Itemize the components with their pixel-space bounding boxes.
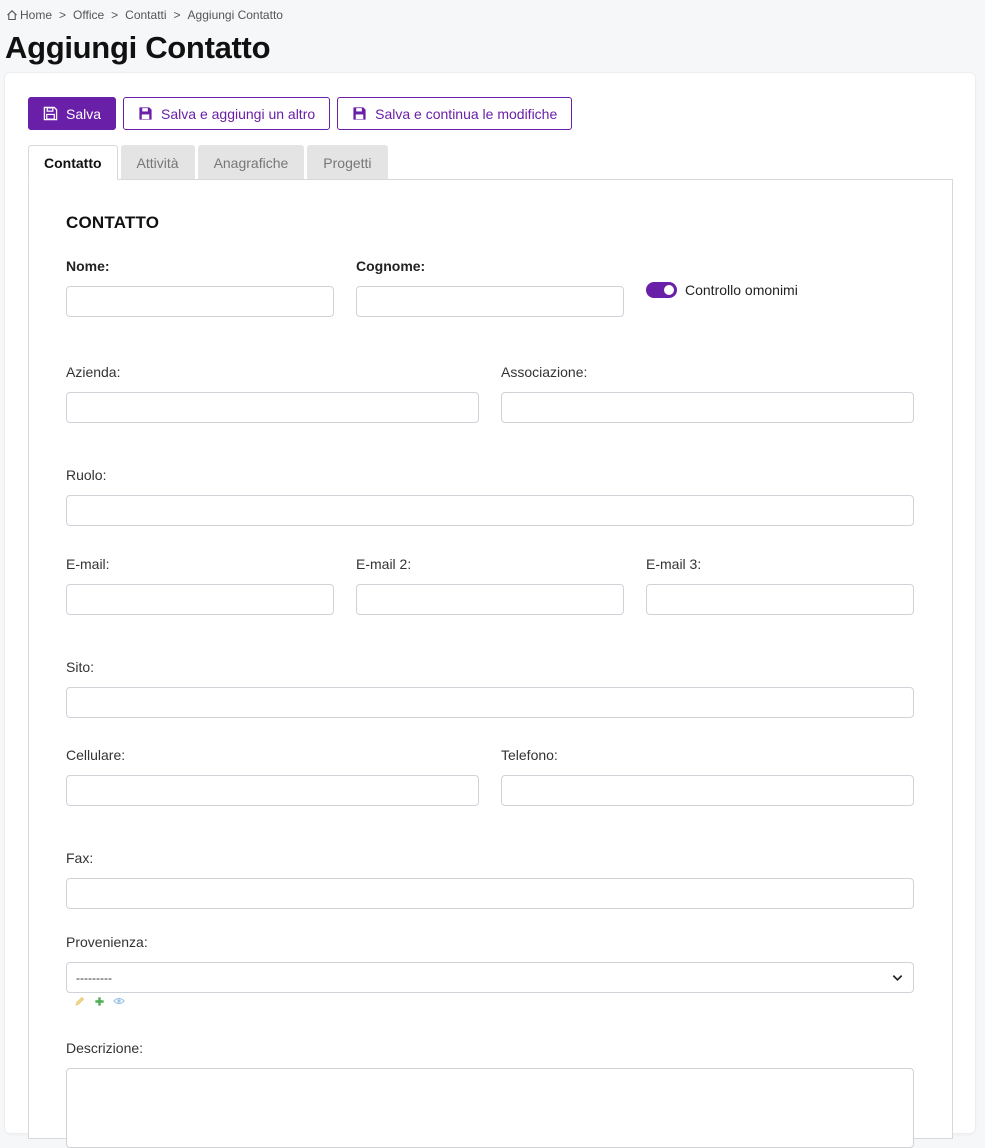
plus-icon[interactable] <box>93 995 105 1007</box>
associazione-label: Associazione: <box>501 364 588 380</box>
eye-icon[interactable] <box>113 995 125 1007</box>
email2-field[interactable] <box>356 584 624 615</box>
descrizione-field[interactable] <box>66 1068 914 1148</box>
provenienza-select[interactable]: --------- <box>66 962 914 993</box>
azienda-field[interactable] <box>66 392 479 423</box>
fax-label: Fax: <box>66 850 94 866</box>
form-card: Salva Salva e aggiungi un altro Salva e … <box>5 73 975 1148</box>
homonym-toggle-label: Controllo omonimi <box>685 282 798 298</box>
cognome-label: Cognome: <box>356 258 426 274</box>
breadcrumb-separator: > <box>173 8 181 22</box>
breadcrumb-home[interactable]: Home <box>20 8 52 22</box>
tab-anagrafiche[interactable]: Anagrafiche <box>197 145 305 180</box>
cellulare-label: Cellulare: <box>66 747 126 763</box>
breadcrumb-separator: > <box>111 8 119 22</box>
sito-label: Sito: <box>66 659 95 675</box>
email3-field[interactable] <box>646 584 914 615</box>
floppy-disk-icon <box>353 107 366 120</box>
save-button-label: Salva <box>66 105 102 122</box>
ruolo-label: Ruolo: <box>66 467 107 483</box>
page-title: Aggiungi Contatto <box>5 30 271 65</box>
telefono-label: Telefono: <box>501 747 558 763</box>
chevron-down-icon <box>892 975 903 982</box>
cognome-field[interactable] <box>356 286 624 317</box>
tab-attivita[interactable]: Attività <box>120 145 195 180</box>
save-and-add-another-button[interactable]: Salva e aggiungi un altro <box>123 97 331 130</box>
homonym-toggle[interactable] <box>646 282 677 298</box>
homonym-toggle-group: Controllo omonimi <box>646 282 798 298</box>
home-icon[interactable] <box>6 9 18 21</box>
tab-panel-contatto: CONTATTO Nome: Cognome: Controllo omonim… <box>28 179 953 1148</box>
save-button[interactable]: Salva <box>28 97 117 130</box>
save-and-add-another-label: Salva e aggiungi un altro <box>161 105 316 122</box>
descrizione-label: Descrizione: <box>66 1040 144 1056</box>
breadcrumb: Home > Office > Contatti > Aggiungi Cont… <box>6 8 283 22</box>
section-title: CONTATTO <box>66 213 160 232</box>
nome-label: Nome: <box>66 258 110 274</box>
tab-contatto[interactable]: Contatto <box>28 145 118 180</box>
telefono-field[interactable] <box>501 775 914 806</box>
tab-progetti[interactable]: Progetti <box>307 145 388 180</box>
toolbar: Salva Salva e aggiungi un altro Salva e … <box>28 97 573 130</box>
tab-bar: Contatto Attività Anagrafiche Progetti <box>28 145 388 180</box>
azienda-label: Azienda: <box>66 364 121 380</box>
breadcrumb-current: Aggiungi Contatto <box>187 8 283 22</box>
breadcrumb-contatti[interactable]: Contatti <box>125 8 166 22</box>
email-label: E-mail: <box>66 556 110 572</box>
fax-field[interactable] <box>66 878 914 909</box>
cellulare-field[interactable] <box>66 775 479 806</box>
email-field[interactable] <box>66 584 334 615</box>
provenienza-selected-value: --------- <box>76 970 112 985</box>
email2-label: E-mail 2: <box>356 556 412 572</box>
sito-field[interactable] <box>66 687 914 718</box>
provenienza-actions <box>73 995 125 1007</box>
breadcrumb-office[interactable]: Office <box>73 8 104 22</box>
ruolo-field[interactable] <box>66 495 914 526</box>
email3-label: E-mail 3: <box>646 556 702 572</box>
save-and-continue-label: Salva e continua le modifiche <box>375 105 558 122</box>
floppy-disk-icon <box>43 106 58 121</box>
breadcrumb-separator: > <box>59 8 67 22</box>
floppy-disk-icon <box>139 107 152 120</box>
pencil-icon[interactable] <box>73 995 85 1007</box>
nome-field[interactable] <box>66 286 334 317</box>
associazione-field[interactable] <box>501 392 914 423</box>
provenienza-label: Provenienza: <box>66 934 148 950</box>
save-and-continue-button[interactable]: Salva e continua le modifiche <box>337 97 573 130</box>
